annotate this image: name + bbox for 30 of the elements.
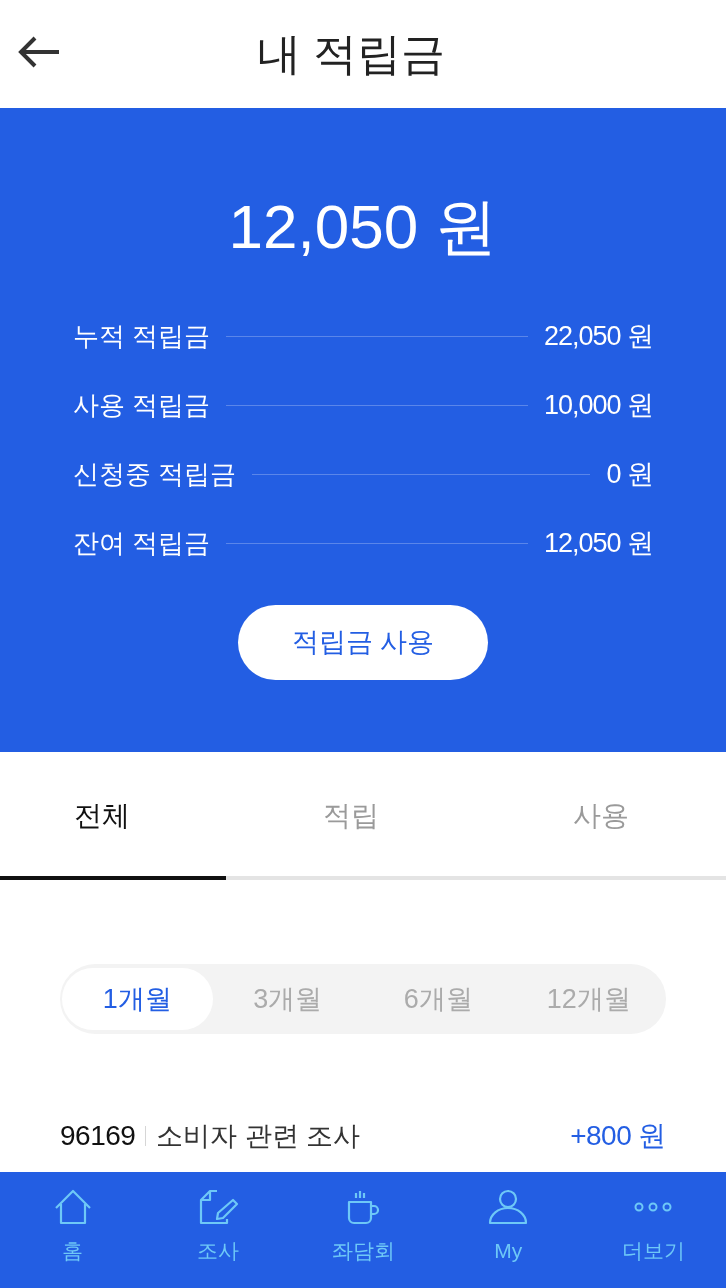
nav-item[interactable]: 조사 <box>145 1172 291 1288</box>
period-option[interactable]: 1개월 <box>62 968 213 1030</box>
survey-id: 96169 <box>60 1119 136 1153</box>
use-points-button[interactable]: 적립금 사용 <box>238 605 488 680</box>
summary-value: 0 원 <box>606 457 653 491</box>
reward-amount: +800 원 <box>570 1119 666 1153</box>
person-icon <box>488 1189 529 1225</box>
tab[interactable]: 사용 <box>476 752 726 880</box>
summary-value: 22,050 원 <box>543 319 653 353</box>
nav-item[interactable]: 홈 <box>0 1172 146 1288</box>
summary-label: 누적 적립금 <box>73 319 211 353</box>
tab[interactable]: 전체 <box>0 752 226 880</box>
more-dots-icon <box>634 1202 673 1212</box>
nav-item[interactable]: My <box>435 1172 581 1288</box>
summary-value: 12,050 원 <box>543 526 653 560</box>
balance-amount: 12,050 원 <box>228 196 498 258</box>
summary-value: 10,000 원 <box>543 388 653 422</box>
period-option[interactable]: 12개월 <box>513 968 664 1030</box>
coffee-mug-icon <box>346 1189 380 1225</box>
back-arrow-icon <box>17 36 61 68</box>
period-option[interactable]: 3개월 <box>212 968 363 1030</box>
nav-item[interactable]: 좌담회 <box>290 1172 436 1288</box>
period-option[interactable]: 6개월 <box>363 968 514 1030</box>
summary-label: 잔여 적립금 <box>73 526 211 560</box>
summary-label: 신청중 적립금 <box>73 457 237 491</box>
tab[interactable]: 적립 <box>226 752 476 880</box>
summary-label: 사용 적립금 <box>73 388 211 422</box>
survey-title: 소비자 관련 조사 <box>156 1119 362 1153</box>
page-title: 내 적립금 <box>256 32 446 76</box>
nav-item[interactable]: 더보기 <box>580 1172 726 1288</box>
